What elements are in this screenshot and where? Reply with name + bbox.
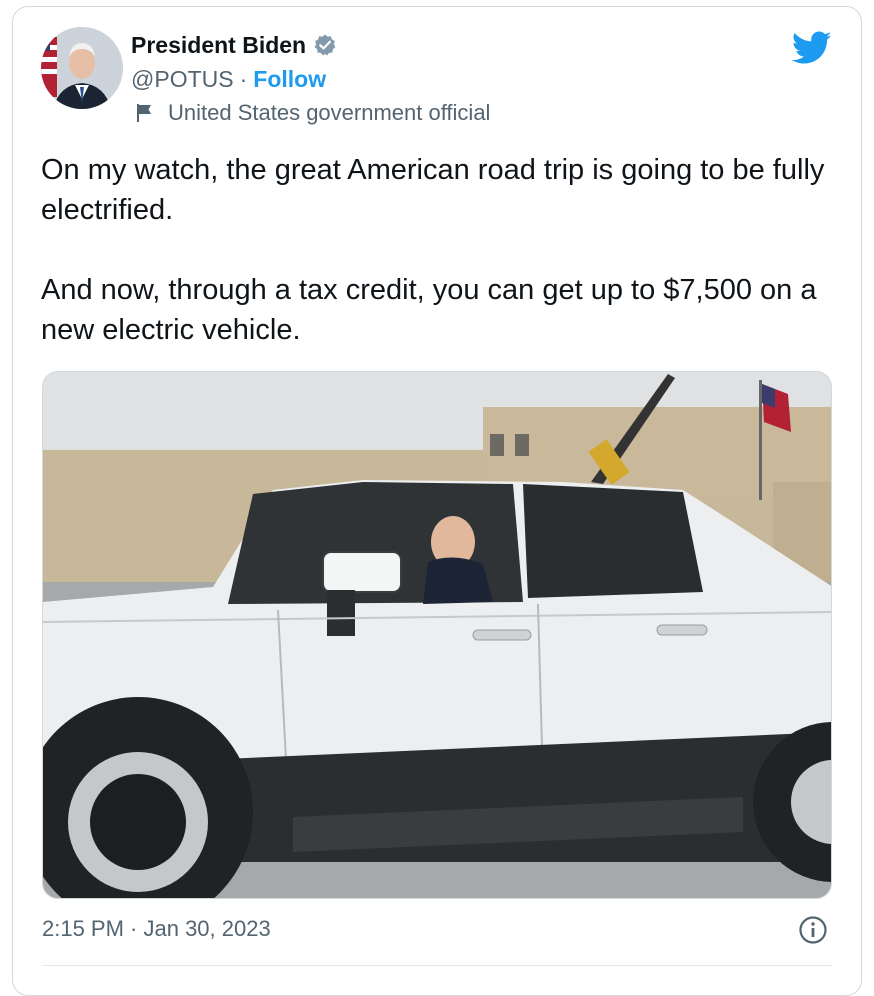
info-icon[interactable] [798, 915, 828, 945]
author-handle[interactable]: @POTUS [131, 66, 234, 93]
author-handle-row: @POTUS · Follow [131, 64, 326, 94]
verified-badge-icon [313, 33, 337, 57]
account-label[interactable]: United States government official [168, 100, 490, 126]
flag-icon [136, 103, 154, 123]
divider [42, 965, 832, 966]
tweet-text: On my watch, the great American road tri… [41, 154, 825, 346]
author-avatar[interactable] [41, 27, 123, 109]
author-name-row: President Biden [131, 30, 337, 60]
author-name[interactable]: President Biden [131, 32, 306, 59]
tweet-timestamp[interactable]: 2:15 PM · Jan 30, 2023 [42, 916, 271, 942]
twitter-bird-icon[interactable] [791, 31, 832, 65]
tweet-media-photo[interactable] [42, 371, 832, 899]
separator-dot: · [239, 65, 248, 92]
follow-button[interactable]: Follow [253, 66, 326, 93]
account-label-row: United States government official [136, 98, 490, 128]
